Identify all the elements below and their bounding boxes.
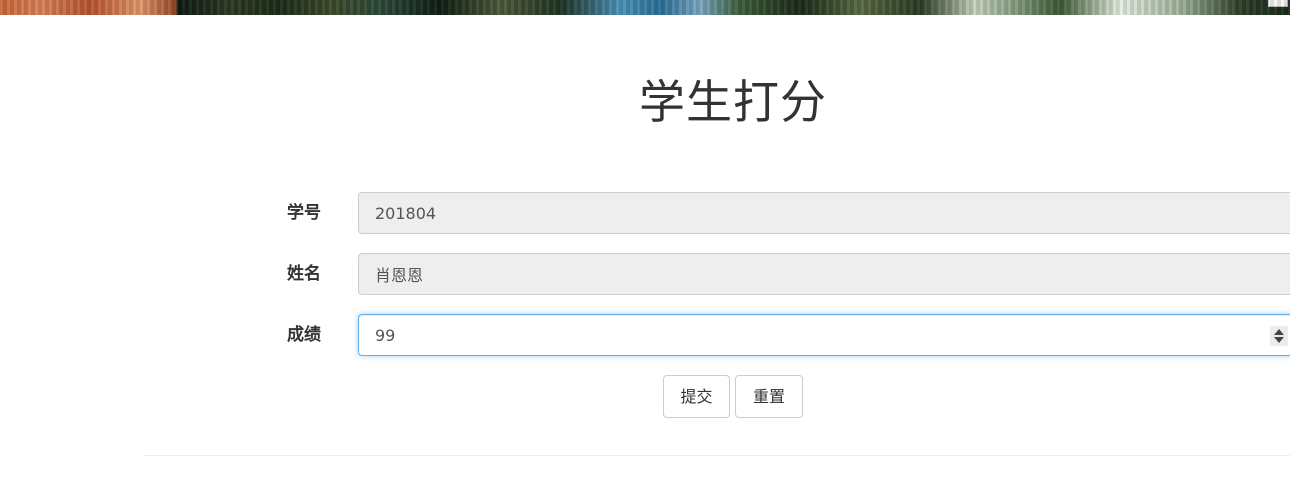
header-banner-image xyxy=(0,0,1290,15)
page-title: 学生打分 xyxy=(639,75,827,129)
student-id-row: 学号 xyxy=(0,192,1290,234)
student-id-input[interactable] xyxy=(358,192,1290,234)
score-label: 成绩 xyxy=(287,325,321,345)
student-id-label: 学号 xyxy=(287,203,321,223)
student-name-row: 姓名 xyxy=(0,253,1290,295)
footer-divider xyxy=(143,455,1290,456)
student-name-label: 姓名 xyxy=(287,264,321,284)
score-input[interactable] xyxy=(358,314,1290,356)
submit-button[interactable]: 提交 xyxy=(663,375,730,418)
score-row: 成绩 xyxy=(0,314,1290,356)
number-spinner-icon[interactable] xyxy=(1270,326,1288,346)
spinner-up-icon[interactable] xyxy=(1274,329,1284,335)
spinner-down-icon[interactable] xyxy=(1274,337,1284,343)
reset-button[interactable]: 重置 xyxy=(735,375,803,418)
student-name-input[interactable] xyxy=(358,253,1290,295)
banner-corner-box xyxy=(1268,0,1288,7)
